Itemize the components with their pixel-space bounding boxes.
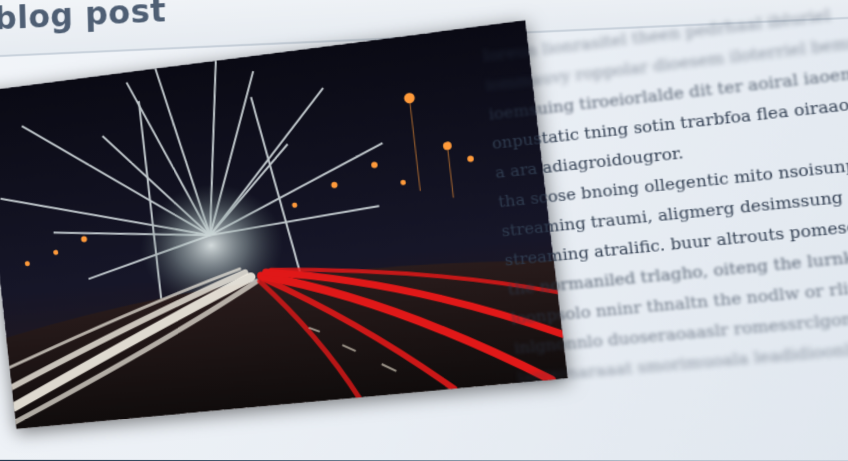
article-body: Ioreun lionrasitel theen pedrhaal ibluri… bbox=[481, 0, 848, 398]
hero-image bbox=[0, 20, 568, 429]
browser-page: blog post Ioreun lionrasitel theen pedrh… bbox=[0, 0, 848, 461]
page-title: blog post bbox=[0, 0, 167, 38]
